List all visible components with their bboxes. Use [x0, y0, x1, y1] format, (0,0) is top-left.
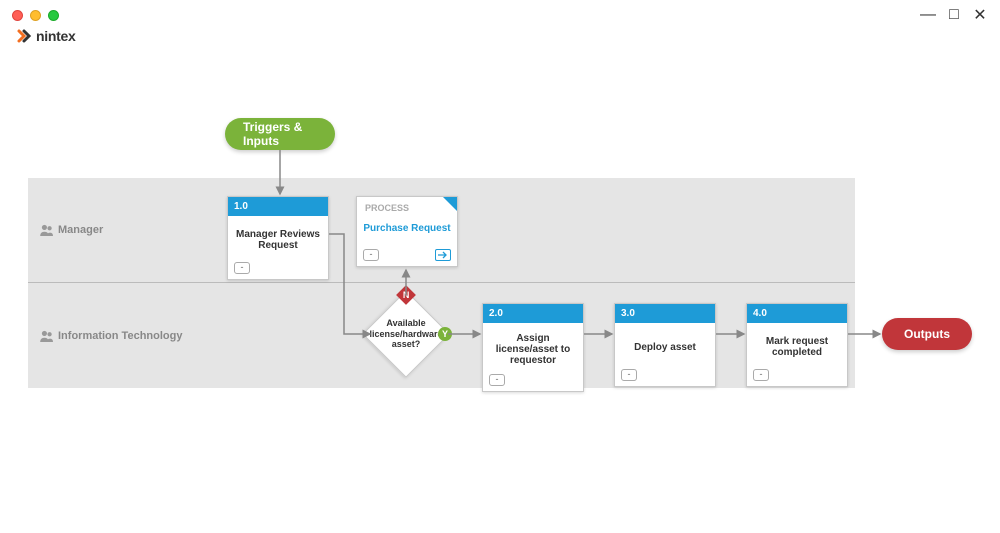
- goto-process-button[interactable]: [435, 249, 451, 261]
- task-title: Manager Reviews Request: [228, 216, 328, 260]
- task-mark-complete[interactable]: 4.0 Mark request completed -: [746, 303, 848, 387]
- close-traffic-light[interactable]: [12, 10, 23, 21]
- traffic-lights: [12, 10, 59, 21]
- group-icon: [40, 330, 54, 342]
- arrow-right-icon: [438, 251, 448, 259]
- window-controls: — □ ✕: [920, 5, 988, 25]
- outputs-node[interactable]: Outputs: [882, 318, 972, 350]
- collapse-button[interactable]: -: [753, 369, 769, 381]
- nintex-logo-icon: [16, 28, 32, 44]
- decision-yes-marker: Y: [438, 327, 452, 341]
- minimize-traffic-light[interactable]: [30, 10, 41, 21]
- outputs-label: Outputs: [904, 327, 950, 341]
- fold-icon: [443, 197, 457, 211]
- lane-it-label: Information Technology: [40, 330, 182, 342]
- collapse-button[interactable]: -: [363, 249, 379, 261]
- task-deploy-asset[interactable]: 3.0 Deploy asset -: [614, 303, 716, 387]
- group-icon: [40, 224, 54, 236]
- task-assign-license[interactable]: 2.0 Assign license/asset to requestor -: [482, 303, 584, 392]
- brand: nintex: [16, 28, 75, 44]
- collapse-button[interactable]: -: [234, 262, 250, 274]
- task-title: Mark request completed: [747, 323, 847, 367]
- lane-manager-label: Manager: [40, 224, 103, 236]
- triggers-label: Triggers & Inputs: [243, 120, 317, 148]
- task-id: 2.0: [483, 304, 583, 323]
- task-title: Deploy asset: [615, 323, 715, 367]
- collapse-button[interactable]: -: [621, 369, 637, 381]
- brand-name: nintex: [36, 28, 75, 44]
- maximize-button[interactable]: □: [946, 6, 962, 24]
- task-id: 1.0: [228, 197, 328, 216]
- process-label: PROCESS: [357, 197, 457, 215]
- process-purchase-request[interactable]: PROCESS Purchase Request -: [356, 196, 458, 267]
- task-id: 3.0: [615, 304, 715, 323]
- window-chrome: — □ ✕: [0, 0, 1000, 30]
- triggers-inputs-node[interactable]: Triggers & Inputs: [225, 118, 335, 150]
- decision-available-asset[interactable]: Available license/hardware asset? N Y: [363, 291, 449, 377]
- maximize-traffic-light[interactable]: [48, 10, 59, 21]
- minimize-button[interactable]: —: [920, 6, 936, 24]
- lane-it-text: Information Technology: [58, 330, 182, 342]
- lane-manager-text: Manager: [58, 224, 103, 236]
- close-button[interactable]: ✕: [972, 5, 988, 25]
- collapse-button[interactable]: -: [489, 374, 505, 386]
- task-id: 4.0: [747, 304, 847, 323]
- process-title: Purchase Request: [357, 215, 457, 247]
- task-title: Assign license/asset to requestor: [483, 323, 583, 372]
- task-manager-reviews[interactable]: 1.0 Manager Reviews Request -: [227, 196, 329, 280]
